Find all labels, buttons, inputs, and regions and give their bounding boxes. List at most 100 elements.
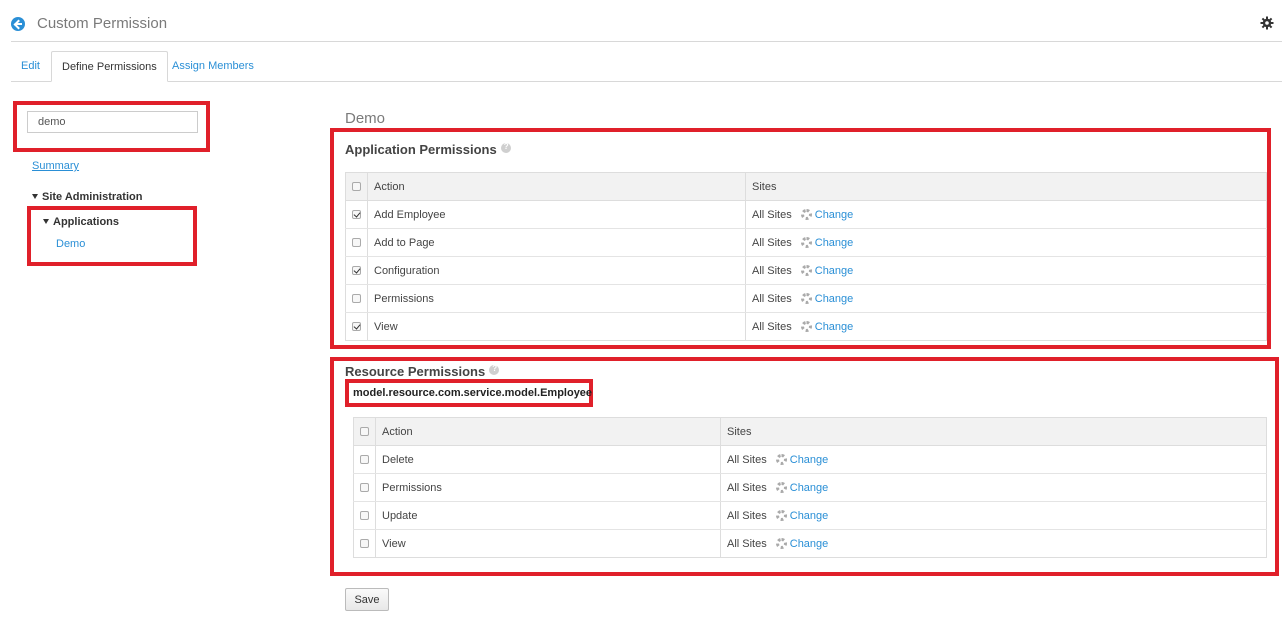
sites-value: All Sites (727, 481, 767, 494)
gear-icon (775, 482, 787, 494)
action-cell: Permissions (367, 284, 746, 313)
change-link[interactable]: Change (790, 482, 829, 494)
sites-cell: All Sites Change (745, 228, 1267, 257)
row-checkbox-cell (353, 529, 376, 558)
table-row: View All Sites Change (353, 529, 1267, 558)
select-all-checkbox[interactable] (360, 427, 369, 437)
header-divider (11, 41, 1282, 42)
page-title: Custom Permission (37, 15, 168, 32)
action-cell: Add to Page (367, 228, 746, 257)
sites-value: All Sites (752, 264, 792, 277)
application-permissions-table: Action Sites Add Employee All Sites Change… (345, 172, 1267, 341)
resource-permissions-title-text: Resource Permissions (345, 364, 486, 379)
row-checkbox-cell (353, 445, 376, 474)
tree-applications[interactable]: Applications (43, 216, 119, 228)
sites-cell: All Sites Change (720, 445, 1267, 474)
row-checkbox[interactable] (352, 266, 361, 276)
select-all-checkbox[interactable] (352, 182, 361, 192)
table-header-row: Action Sites (345, 172, 1267, 201)
row-checkbox-cell (345, 256, 368, 285)
tab-define-permissions[interactable]: Define Permissions (51, 51, 168, 82)
action-cell: Add Employee (367, 200, 746, 229)
resource-name: model.resource.com.service.model.Employe… (353, 387, 593, 399)
row-checkbox-cell (353, 501, 376, 530)
change-link[interactable]: Change (815, 293, 854, 305)
page-header: Custom Permission (0, 0, 1288, 42)
save-button[interactable]: Save (345, 588, 389, 611)
row-checkbox[interactable] (352, 210, 361, 220)
action-cell: Delete (375, 445, 721, 474)
back-arrow-icon[interactable] (11, 17, 25, 31)
summary-link[interactable]: Summary (32, 160, 79, 172)
row-checkbox-cell (345, 312, 368, 341)
change-link[interactable]: Change (815, 265, 854, 277)
resource-permissions-title: Resource Permissions (345, 364, 500, 379)
sites-value: All Sites (727, 453, 767, 466)
gear-icon (800, 237, 812, 249)
sites-cell: All Sites Change (745, 284, 1267, 313)
table-header-row: Action Sites (353, 417, 1267, 446)
action-cell: View (367, 312, 746, 341)
tab-bar: Edit Define Permissions Assign Members (11, 51, 1282, 82)
change-link[interactable]: Change (815, 209, 854, 221)
row-checkbox[interactable] (352, 238, 361, 248)
action-cell: Configuration (367, 256, 746, 285)
table-row: Permissions All Sites Change (345, 284, 1267, 313)
row-checkbox[interactable] (352, 294, 361, 304)
search-input[interactable] (27, 111, 198, 133)
action-column-header: Action (367, 172, 746, 201)
sites-column-header: Sites (720, 417, 1267, 446)
action-column-header: Action (375, 417, 721, 446)
tab-edit[interactable]: Edit (11, 51, 50, 82)
row-checkbox[interactable] (360, 483, 369, 493)
gear-icon (800, 209, 812, 221)
action-cell: View (375, 529, 721, 558)
row-checkbox-cell (345, 228, 368, 257)
row-checkbox[interactable] (352, 322, 361, 332)
row-checkbox-cell (345, 200, 368, 229)
application-permissions-title-text: Application Permissions (345, 142, 497, 157)
gear-icon (775, 510, 787, 522)
row-checkbox-cell (345, 284, 368, 313)
section-title: Demo (345, 110, 386, 127)
tree-site-administration[interactable]: Site Administration (32, 191, 142, 203)
sites-column-header: Sites (745, 172, 1267, 201)
table-row: Permissions All Sites Change (353, 473, 1267, 502)
gear-icon (775, 454, 787, 466)
resource-permissions-table: Action Sites Delete All Sites Change Permis… (353, 417, 1267, 558)
sites-cell: All Sites Change (720, 501, 1267, 530)
sites-cell: All Sites Change (745, 256, 1267, 285)
table-row: Add Employee All Sites Change (345, 200, 1267, 229)
sites-cell: All Sites Change (720, 473, 1267, 502)
change-link[interactable]: Change (790, 510, 829, 522)
tab-assign-members[interactable]: Assign Members (162, 51, 264, 82)
tree-item-demo[interactable]: Demo (56, 238, 85, 250)
change-link[interactable]: Change (815, 237, 854, 249)
table-row: View All Sites Change (345, 312, 1267, 341)
change-link[interactable]: Change (815, 321, 854, 333)
table-row: Add to Page All Sites Change (345, 228, 1267, 257)
sites-cell: All Sites Change (745, 200, 1267, 229)
change-link[interactable]: Change (790, 454, 829, 466)
help-icon[interactable] (500, 142, 511, 153)
gear-icon[interactable] (1260, 16, 1274, 30)
action-cell: Update (375, 501, 721, 530)
select-all-cell (353, 417, 376, 446)
sites-cell: All Sites Change (720, 529, 1267, 558)
help-icon[interactable] (489, 364, 500, 375)
sites-value: All Sites (727, 537, 767, 550)
gear-icon (800, 265, 812, 277)
row-checkbox-cell (353, 473, 376, 502)
tree-applications-label: Applications (53, 216, 120, 228)
table-row: Configuration All Sites Change (345, 256, 1267, 285)
application-permissions-title: Application Permissions (345, 142, 511, 157)
row-checkbox[interactable] (360, 539, 369, 549)
sites-value: All Sites (752, 236, 792, 249)
action-cell: Permissions (375, 473, 721, 502)
row-checkbox[interactable] (360, 511, 369, 521)
table-row: Delete All Sites Change (353, 445, 1267, 474)
gear-icon (800, 321, 812, 333)
change-link[interactable]: Change (790, 538, 829, 550)
row-checkbox[interactable] (360, 455, 369, 465)
sites-cell: All Sites Change (745, 312, 1267, 341)
